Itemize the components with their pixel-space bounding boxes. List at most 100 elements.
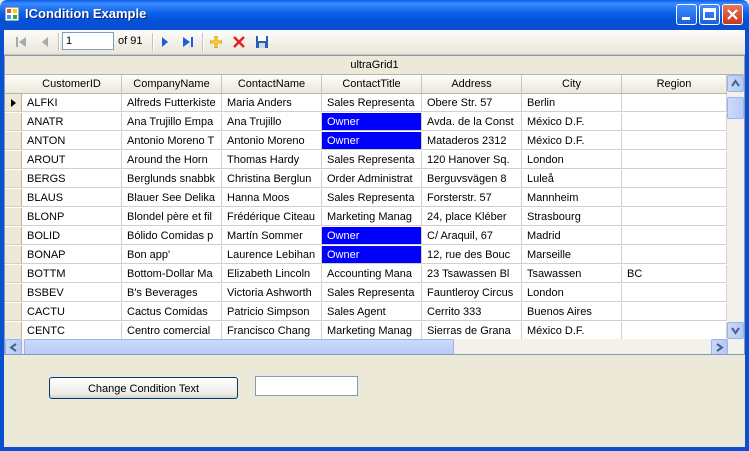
table-cell[interactable]: 23 Tsawassen Bl bbox=[422, 265, 522, 283]
row-selector[interactable] bbox=[5, 132, 22, 150]
table-cell[interactable]: Sales Representa bbox=[322, 94, 422, 112]
move-first-button[interactable] bbox=[12, 33, 30, 51]
scroll-down-button[interactable] bbox=[727, 322, 744, 339]
condition-text-input[interactable] bbox=[255, 376, 358, 396]
maximize-button[interactable] bbox=[699, 4, 720, 25]
scroll-right-button[interactable] bbox=[711, 339, 728, 354]
row-selector[interactable] bbox=[5, 151, 22, 169]
table-cell[interactable]: London bbox=[522, 151, 622, 169]
row-selector[interactable] bbox=[5, 227, 22, 245]
table-cell[interactable]: BOTTM bbox=[22, 265, 122, 283]
table-cell[interactable]: Owner bbox=[322, 132, 422, 150]
move-next-button[interactable] bbox=[156, 33, 174, 51]
table-row[interactable]: ALFKI Alfreds Futterkiste Maria Anders Sale… bbox=[5, 94, 727, 113]
table-cell[interactable]: Antonio Moreno T bbox=[122, 132, 222, 150]
save-button[interactable] bbox=[253, 33, 271, 51]
table-cell[interactable] bbox=[622, 227, 727, 245]
table-cell[interactable]: Victoria Ashworth bbox=[222, 284, 322, 302]
horizontal-scroll-thumb[interactable] bbox=[24, 339, 454, 354]
table-cell[interactable]: Accounting Mana bbox=[322, 265, 422, 283]
table-row[interactable]: ANTON Antonio Moreno T Antonio Moreno Owner… bbox=[5, 132, 727, 151]
table-cell[interactable]: México D.F. bbox=[522, 113, 622, 131]
table-cell[interactable]: Elizabeth Lincoln bbox=[222, 265, 322, 283]
position-input[interactable] bbox=[62, 32, 114, 50]
close-button[interactable] bbox=[722, 4, 743, 25]
table-cell[interactable]: Ana Trujillo bbox=[222, 113, 322, 131]
row-selector[interactable] bbox=[5, 170, 22, 188]
table-cell[interactable]: Antonio Moreno bbox=[222, 132, 322, 150]
table-cell[interactable]: México D.F. bbox=[522, 132, 622, 150]
table-cell[interactable] bbox=[622, 170, 727, 188]
table-cell[interactable]: BC bbox=[622, 265, 727, 283]
table-cell[interactable]: Centro comercial bbox=[122, 322, 222, 340]
column-header[interactable]: City bbox=[522, 75, 622, 94]
table-cell[interactable] bbox=[622, 284, 727, 302]
table-cell[interactable]: Marketing Manag bbox=[322, 322, 422, 340]
table-cell[interactable]: Around the Horn bbox=[122, 151, 222, 169]
table-cell[interactable]: Bólido Comidas p bbox=[122, 227, 222, 245]
table-row[interactable]: CACTU Cactus Comidas Patricio Simpson Sales… bbox=[5, 303, 727, 322]
table-row[interactable]: BLAUS Blauer See Delika Hanna Moos Sales Re… bbox=[5, 189, 727, 208]
row-selector[interactable] bbox=[5, 284, 22, 302]
table-cell[interactable]: Marseille bbox=[522, 246, 622, 264]
column-header[interactable]: CustomerID bbox=[22, 75, 122, 94]
table-cell[interactable]: Madrid bbox=[522, 227, 622, 245]
add-new-button[interactable] bbox=[207, 33, 225, 51]
column-header[interactable]: Region bbox=[622, 75, 727, 94]
table-cell[interactable]: Martín Sommer bbox=[222, 227, 322, 245]
table-row[interactable]: BONAP Bon app' Laurence Lebihan Owner 12, ru… bbox=[5, 246, 727, 265]
table-row[interactable]: BLONP Blondel père et fil Frédérique Citea… bbox=[5, 208, 727, 227]
table-cell[interactable]: Owner bbox=[322, 227, 422, 245]
table-cell[interactable]: Sierras de Grana bbox=[422, 322, 522, 340]
move-last-button[interactable] bbox=[179, 33, 197, 51]
table-cell[interactable]: Owner bbox=[322, 113, 422, 131]
table-cell[interactable]: Maria Anders bbox=[222, 94, 322, 112]
table-cell[interactable]: Bon app' bbox=[122, 246, 222, 264]
table-cell[interactable]: Berglunds snabbk bbox=[122, 170, 222, 188]
table-cell[interactable]: Forsterstr. 57 bbox=[422, 189, 522, 207]
table-cell[interactable] bbox=[622, 322, 727, 340]
table-row[interactable]: ANATR Ana Trujillo Empa Ana Trujillo Owner A… bbox=[5, 113, 727, 132]
column-header[interactable]: CompanyName bbox=[122, 75, 222, 94]
column-header[interactable]: ContactName bbox=[222, 75, 322, 94]
row-selector[interactable] bbox=[5, 94, 22, 112]
table-cell[interactable]: Marketing Manag bbox=[322, 208, 422, 226]
delete-button[interactable] bbox=[230, 33, 248, 51]
table-cell[interactable] bbox=[622, 246, 727, 264]
row-selector[interactable] bbox=[5, 208, 22, 226]
table-cell[interactable]: AROUT bbox=[22, 151, 122, 169]
table-cell[interactable] bbox=[622, 189, 727, 207]
table-cell[interactable]: ALFKI bbox=[22, 94, 122, 112]
table-cell[interactable]: Tsawassen bbox=[522, 265, 622, 283]
table-cell[interactable]: CACTU bbox=[22, 303, 122, 321]
row-selector[interactable] bbox=[5, 265, 22, 283]
table-cell[interactable]: Sales Representa bbox=[322, 151, 422, 169]
table-cell[interactable]: Sales Representa bbox=[322, 284, 422, 302]
table-cell[interactable]: Berlin bbox=[522, 94, 622, 112]
horizontal-scrollbar[interactable] bbox=[5, 339, 744, 354]
table-cell[interactable]: Frédérique Citeau bbox=[222, 208, 322, 226]
minimize-button[interactable] bbox=[676, 4, 697, 25]
table-row[interactable]: BOLID Bólido Comidas p Martín Sommer Owner C… bbox=[5, 227, 727, 246]
table-cell[interactable] bbox=[622, 303, 727, 321]
table-cell[interactable]: Cerrito 333 bbox=[422, 303, 522, 321]
row-selector[interactable] bbox=[5, 113, 22, 131]
table-cell[interactable]: 24, place Kléber bbox=[422, 208, 522, 226]
table-cell[interactable]: BLAUS bbox=[22, 189, 122, 207]
table-row[interactable]: BSBEV B's Beverages Victoria Ashworth Sales… bbox=[5, 284, 727, 303]
table-cell[interactable]: Alfreds Futterkiste bbox=[122, 94, 222, 112]
table-cell[interactable]: Mannheim bbox=[522, 189, 622, 207]
column-header[interactable]: ContactTitle bbox=[322, 75, 422, 94]
change-condition-text-button[interactable]: Change Condition Text bbox=[49, 377, 238, 399]
table-cell[interactable]: Order Administrat bbox=[322, 170, 422, 188]
title-bar[interactable]: ICondition Example bbox=[0, 0, 749, 30]
table-cell[interactable]: BLONP bbox=[22, 208, 122, 226]
table-cell[interactable]: Luleå bbox=[522, 170, 622, 188]
table-cell[interactable] bbox=[622, 94, 727, 112]
table-cell[interactable] bbox=[622, 113, 727, 131]
table-cell[interactable]: Cactus Comidas bbox=[122, 303, 222, 321]
table-cell[interactable] bbox=[622, 132, 727, 150]
row-selector[interactable] bbox=[5, 322, 22, 340]
table-cell[interactable]: CENTC bbox=[22, 322, 122, 340]
scroll-up-button[interactable] bbox=[727, 75, 744, 92]
